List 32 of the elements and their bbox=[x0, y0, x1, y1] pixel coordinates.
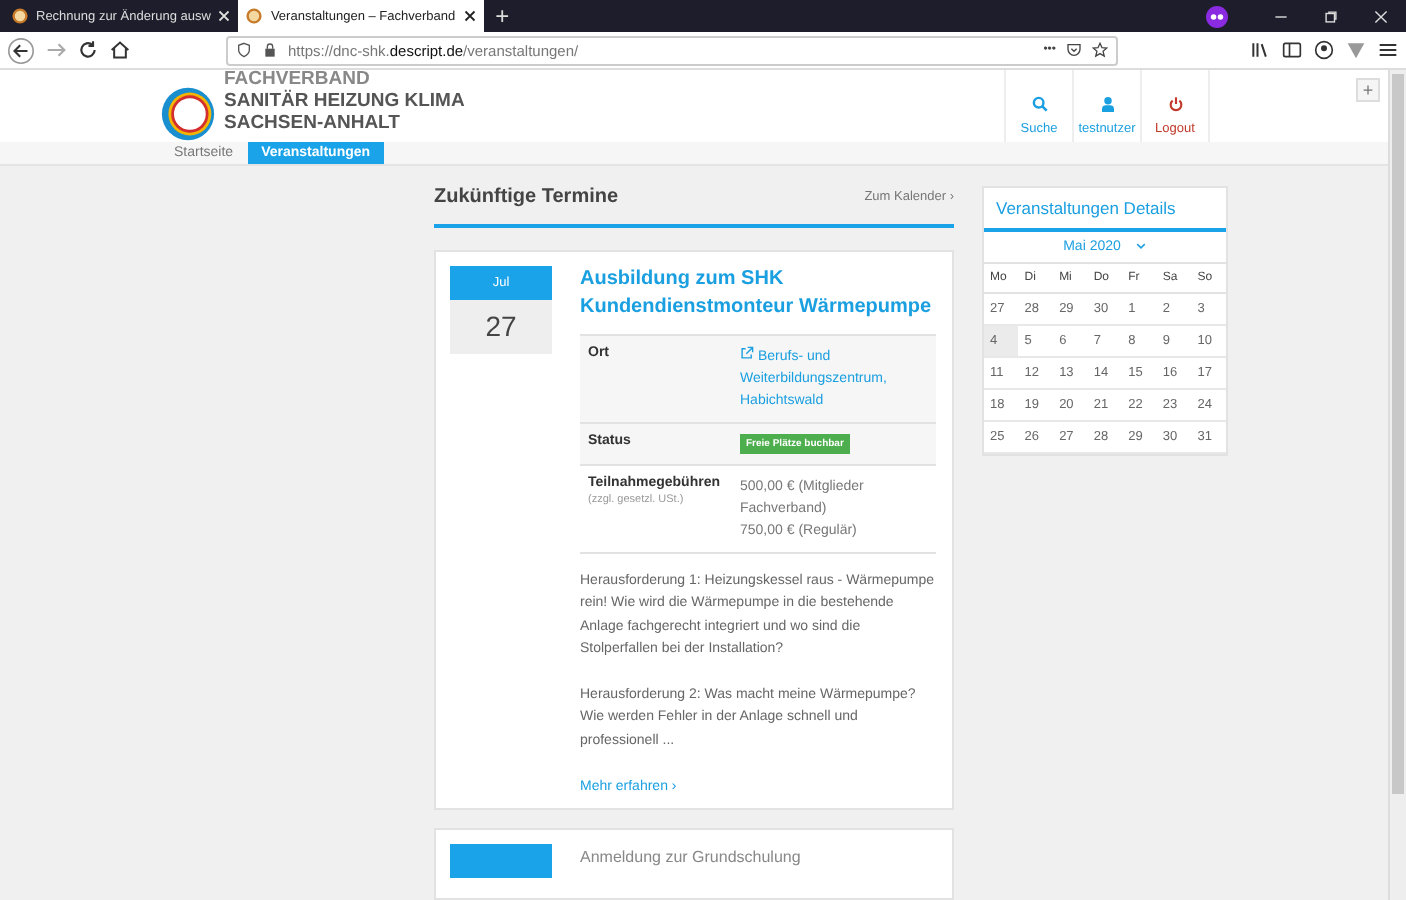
panel-title: Veranstaltungen Details bbox=[984, 187, 1226, 232]
org-name: SACHSEN-ANHALT bbox=[224, 111, 402, 133]
org-name: SANITÄR HEIZUNG KLIMA bbox=[224, 89, 465, 111]
event-title[interactable]: Ausbildung zum SHK Kundendienstmonteur Wärmepumpe bbox=[580, 265, 936, 322]
close-icon[interactable] bbox=[463, 10, 476, 22]
org-name: FACHVERBAND bbox=[224, 67, 372, 89]
library-icon[interactable] bbox=[1250, 40, 1270, 60]
event-title[interactable]: Anmeldung zur Grundschulung bbox=[580, 844, 936, 872]
home-icon[interactable] bbox=[110, 40, 130, 60]
date-month-background bbox=[450, 844, 552, 878]
restore-icon[interactable] bbox=[1324, 9, 1338, 23]
power-icon bbox=[1167, 96, 1183, 112]
sidebar-icon[interactable] bbox=[1282, 40, 1302, 60]
reload-icon[interactable] bbox=[78, 40, 98, 60]
chevron-down-icon bbox=[1136, 242, 1147, 251]
logo-icon[interactable] bbox=[160, 86, 216, 142]
shield-icon bbox=[236, 42, 252, 58]
pocket-icon[interactable] bbox=[1066, 42, 1082, 58]
lock-icon bbox=[262, 42, 278, 58]
menu-icon[interactable] bbox=[1378, 40, 1398, 60]
star-icon[interactable] bbox=[1092, 42, 1108, 58]
user-icon bbox=[1099, 96, 1115, 112]
search-icon bbox=[1031, 96, 1047, 112]
mask-icon[interactable] bbox=[1206, 5, 1228, 27]
add-button[interactable]: + bbox=[1356, 78, 1380, 102]
external-link-icon bbox=[740, 345, 754, 360]
account-icon[interactable] bbox=[1314, 40, 1334, 60]
section-title: Zukünftige Termine bbox=[434, 185, 619, 208]
new-tab-button[interactable]: + bbox=[483, 0, 522, 32]
date-day: 27 bbox=[450, 299, 552, 354]
back-icon[interactable] bbox=[8, 37, 34, 63]
scrollbar[interactable] bbox=[1388, 70, 1406, 900]
